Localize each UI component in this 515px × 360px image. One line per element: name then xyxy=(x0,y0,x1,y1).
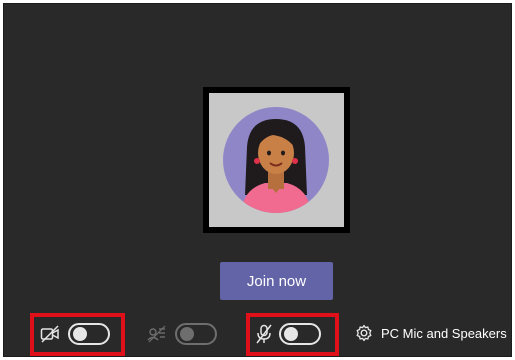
camera-control xyxy=(40,323,110,345)
video-preview-tile xyxy=(203,87,350,233)
video-preview-area xyxy=(209,93,344,227)
avatar-icon xyxy=(223,107,329,213)
microphone-control xyxy=(255,323,321,345)
background-effects-control xyxy=(147,323,217,345)
background-blur-icon xyxy=(147,325,166,343)
toggle-knob xyxy=(284,327,298,341)
camera-off-icon[interactable] xyxy=(40,325,60,343)
gear-icon[interactable] xyxy=(355,324,373,342)
device-settings-label[interactable]: PC Mic and Speakers xyxy=(381,326,507,341)
toggle-knob xyxy=(180,327,194,341)
background-effects-toggle xyxy=(175,323,217,345)
toggle-knob xyxy=(73,327,87,341)
camera-toggle[interactable] xyxy=(68,323,110,345)
meeting-prejoin-screen: Join now xyxy=(3,3,512,357)
microphone-toggle[interactable] xyxy=(279,323,321,345)
join-now-button[interactable]: Join now xyxy=(220,262,333,300)
microphone-off-icon[interactable] xyxy=(255,324,273,344)
device-settings-control[interactable]: PC Mic and Speakers xyxy=(355,324,507,342)
